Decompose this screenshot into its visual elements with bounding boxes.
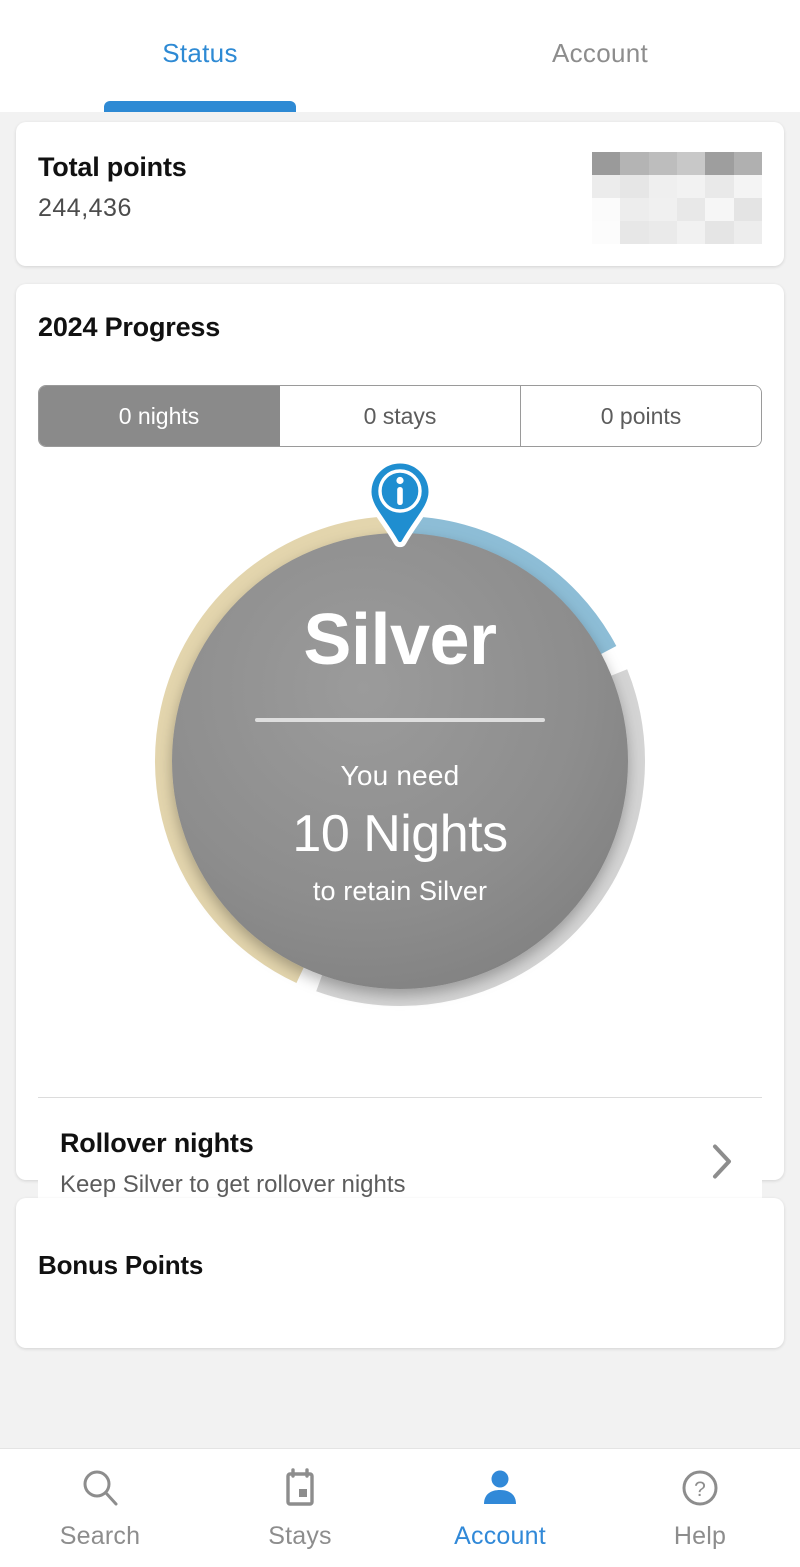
segment-stays[interactable]: 0 stays [280, 386, 521, 446]
nav-item-account[interactable]: Account [400, 1449, 600, 1567]
help-circle-icon: ? [678, 1466, 722, 1510]
progress-segmented-control: 0 nights 0 stays 0 points [38, 385, 762, 447]
calendar-icon [278, 1466, 322, 1510]
progress-card-title: 2024 Progress [38, 312, 221, 342]
scroll-content[interactable]: Total points 244,436 2024 Progress 0 nig… [0, 112, 800, 1567]
status-ring: Silver You need 10 Nights to retain Silv… [38, 457, 762, 1097]
segment-stays-label: 0 stays [363, 402, 437, 429]
search-icon [78, 1466, 122, 1510]
bottom-navigation-bar: Search Stays Account ? Help [0, 1448, 800, 1567]
segment-nights[interactable]: 0 nights [39, 386, 280, 446]
tab-status[interactable]: Status [0, 0, 400, 112]
account-status-screen: Status Account Total points 244,436 2024… [0, 0, 800, 1567]
svg-text:?: ? [694, 1478, 706, 1501]
tab-status-label: Status [162, 38, 238, 68]
tab-account-label: Account [551, 38, 649, 68]
info-pin-icon[interactable] [363, 457, 437, 549]
nav-item-help-label: Help [673, 1521, 727, 1550]
rollover-title: Rollover nights [60, 1128, 254, 1158]
segment-points-label: 0 points [600, 402, 682, 429]
segment-points[interactable]: 0 points [521, 386, 761, 446]
progress-card: 2024 Progress 0 nights 0 stays 0 points [16, 284, 784, 1229]
segment-nights-label: 0 nights [118, 402, 200, 429]
chevron-right-icon [710, 1141, 734, 1186]
status-ring-graphic [154, 516, 645, 1006]
nav-item-account-label: Account [454, 1521, 546, 1550]
rollover-subtitle: Keep Silver to get rollover nights [60, 1171, 406, 1198]
person-icon [478, 1466, 522, 1510]
bonus-points-title: Bonus Points [38, 1250, 204, 1280]
bonus-points-card[interactable]: Bonus Points [16, 1198, 784, 1348]
redacted-mosaic-block [592, 152, 762, 244]
tab-active-indicator [104, 101, 296, 112]
nav-item-help[interactable]: ? Help [600, 1449, 800, 1567]
top-tab-bar: Status Account [0, 0, 800, 112]
nav-item-search-label: Search [59, 1521, 141, 1550]
total-points-card: Total points 244,436 [16, 122, 784, 266]
nav-item-stays-label: Stays [268, 1521, 332, 1550]
tab-account[interactable]: Account [400, 0, 800, 112]
nav-item-stays[interactable]: Stays [200, 1449, 400, 1567]
nav-item-search[interactable]: Search [0, 1449, 200, 1567]
